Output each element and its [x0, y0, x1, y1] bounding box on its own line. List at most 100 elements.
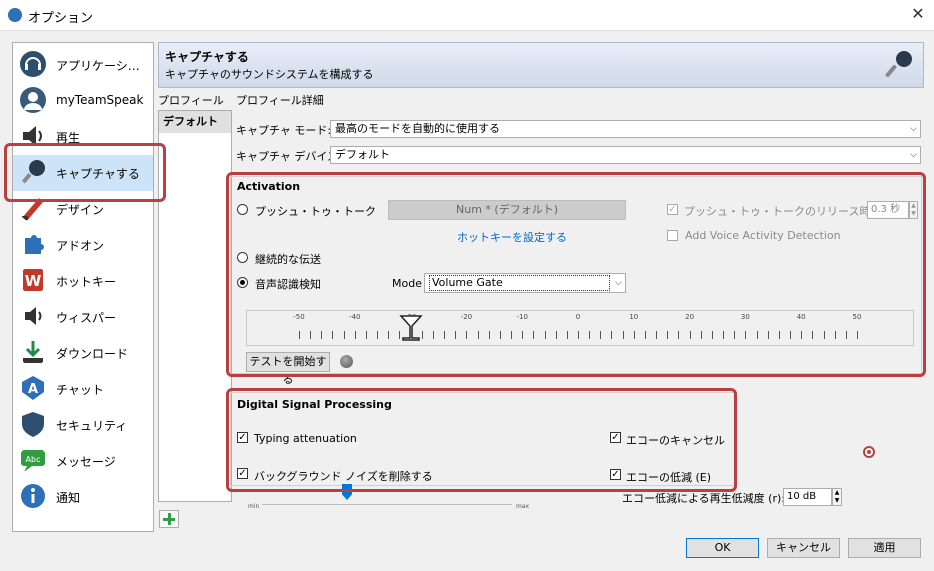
- meter-tick: [835, 331, 836, 339]
- volume-meter[interactable]: -50-40-30-20-1001020304050: [246, 310, 914, 346]
- meter-tick: [489, 331, 490, 339]
- whisper-icon: [25, 307, 42, 325]
- meter-tick: [388, 331, 389, 339]
- meter-tick-label: -50: [293, 313, 305, 321]
- meter-tick: [522, 331, 523, 339]
- app-icon: [8, 8, 22, 22]
- chevron-down-icon: ⌵: [615, 278, 622, 288]
- microphone-icon: [885, 51, 912, 78]
- meter-tick: [723, 331, 724, 339]
- capture-mode-label: キャプチャ モード:: [236, 124, 332, 137]
- spinner-arrows-icon[interactable]: ▲ ▼: [832, 488, 842, 506]
- activation-title: Activation: [237, 180, 301, 193]
- voice-detect-radio[interactable]: [237, 277, 248, 288]
- sidebar-item-7[interactable]: ウィスパー: [13, 299, 153, 335]
- chevron-down-icon: ⌵: [910, 124, 917, 134]
- meter-tick: [466, 331, 467, 339]
- noise-slider-track[interactable]: [262, 504, 512, 505]
- meter-tick: [321, 331, 322, 339]
- sidebar-item-label: デザイン: [56, 203, 105, 217]
- capture-device-label: キャプチャ デバイス:: [236, 150, 342, 163]
- close-icon[interactable]: ✕: [908, 4, 928, 23]
- noise-removal-label: バックグラウンド ノイズを削除する: [254, 470, 433, 483]
- sidebar-item-label: キャプチャする: [56, 167, 140, 181]
- meter-tick-label: -10: [516, 313, 528, 321]
- gate-marker-icon[interactable]: [396, 313, 426, 343]
- meter-tick: [824, 331, 825, 339]
- ptt-radio[interactable]: [237, 204, 248, 215]
- sidebar-item-10[interactable]: セキュリティ: [13, 407, 153, 443]
- headset-icon: [20, 51, 46, 77]
- meter-tick: [556, 331, 557, 339]
- add-profile-button[interactable]: [159, 510, 179, 528]
- slider-max-label: max: [516, 503, 530, 510]
- test-status-indicator: [340, 355, 353, 368]
- echo-cancel-checkbox[interactable]: ✓: [610, 432, 621, 443]
- sidebar-item-0[interactable]: アプリケーシ…: [13, 47, 153, 83]
- echo-reduce-label: エコーの低減 (E): [626, 471, 712, 484]
- meter-tick-label: 10: [629, 313, 639, 321]
- sidebar-item-11[interactable]: Abc メッセージ: [13, 443, 153, 479]
- capture-device-select[interactable]: デフォルト ⌵: [330, 146, 921, 164]
- vad-label: Add Voice Activity Detection: [685, 229, 841, 242]
- meter-tick: [846, 331, 847, 339]
- sidebar-item-8[interactable]: ダウンロード: [13, 335, 153, 371]
- spinner-arrows-icon[interactable]: ▲ ▼: [909, 201, 918, 219]
- sidebar-item-12[interactable]: 通知: [13, 479, 153, 515]
- page-title: キャプチャする: [165, 50, 249, 64]
- meter-tick: [690, 331, 691, 339]
- meter-tick: [377, 331, 378, 339]
- cancel-button[interactable]: キャンセル: [767, 538, 840, 558]
- set-hotkey-link[interactable]: ホットキーを設定する: [457, 229, 567, 245]
- sidebar-item-4[interactable]: デザイン: [13, 191, 153, 227]
- ok-button[interactable]: OK: [686, 538, 759, 558]
- hotkey-button[interactable]: Num * (デフォルト): [388, 200, 626, 220]
- meter-tick-label: 30: [740, 313, 750, 321]
- noise-removal-checkbox[interactable]: ✓: [237, 468, 248, 479]
- sidebar-item-1[interactable]: myTeamSpeak: [13, 83, 153, 119]
- download-icon: [23, 341, 43, 363]
- sidebar-item-label: ダウンロード: [56, 347, 129, 361]
- sidebar-item-9[interactable]: A チャット: [13, 371, 153, 407]
- capture-mode-select[interactable]: 最高のモードを自動的に使用する ⌵: [330, 120, 921, 138]
- echo-amount-input[interactable]: 10 dB: [783, 488, 832, 506]
- meter-tick: [299, 331, 300, 339]
- meter-tick: [623, 331, 624, 339]
- meter-tick: [366, 331, 367, 339]
- sidebar-item-3[interactable]: キャプチャする: [13, 155, 153, 191]
- puzzle-icon: [25, 235, 44, 254]
- meter-tick-label: 0: [575, 313, 581, 321]
- meter-tick-label: -20: [460, 313, 473, 321]
- plus-icon: [168, 513, 171, 525]
- meter-tick: [589, 331, 590, 339]
- ptt-delay-input[interactable]: 0.3 秒: [867, 201, 909, 219]
- start-test-button[interactable]: テストを開始する: [246, 352, 330, 386]
- meter-tick: [768, 331, 769, 339]
- meter-tick-label: 40: [796, 313, 806, 321]
- mode-select[interactable]: Volume Gate ⌵: [424, 273, 626, 293]
- title-bar: オプション ✕: [0, 0, 934, 31]
- typing-attenuation-label: Typing attenuation: [254, 432, 357, 445]
- chevron-down-icon: ⌵: [910, 150, 917, 160]
- sidebar-item-5[interactable]: アドオン: [13, 227, 153, 263]
- page-header: キャプチャする キャプチャのサウンドシステムを構成する: [158, 42, 924, 88]
- info-icon: [21, 484, 45, 508]
- meter-tick: [500, 331, 501, 339]
- sidebar-item-label: ウィスパー: [56, 311, 117, 325]
- continuous-radio[interactable]: [237, 252, 248, 263]
- vad-checkbox[interactable]: [667, 230, 678, 241]
- ptt-delay-checkbox[interactable]: ✓: [667, 204, 678, 215]
- noise-slider-thumb[interactable]: [342, 484, 352, 500]
- meter-tick: [478, 331, 479, 339]
- sidebar-item-2[interactable]: 再生: [13, 119, 153, 155]
- echo-cancel-label: エコーのキャンセル: [626, 434, 725, 447]
- meter-tick: [857, 331, 858, 339]
- profile-item[interactable]: デフォルト: [159, 111, 231, 133]
- meter-tick: [355, 331, 356, 339]
- sidebar-item-label: アドオン: [56, 239, 105, 253]
- typing-attenuation-checkbox[interactable]: ✓: [237, 432, 248, 443]
- sidebar-item-6[interactable]: W ホットキー: [13, 263, 153, 299]
- echo-reduce-checkbox[interactable]: ✓: [610, 469, 621, 480]
- apply-button[interactable]: 適用: [848, 538, 921, 558]
- meter-tick: [344, 331, 345, 339]
